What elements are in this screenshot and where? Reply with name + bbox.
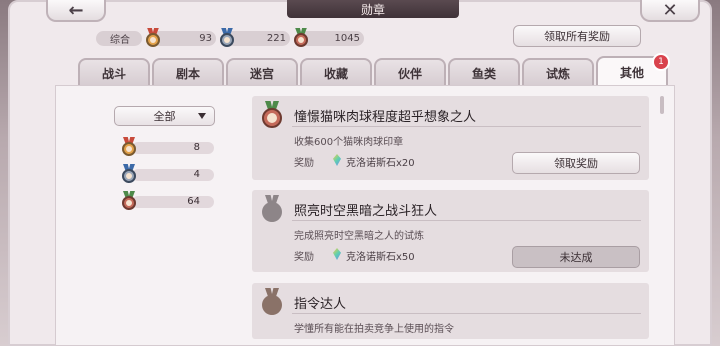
tab-collection[interactable]: 收藏: [300, 58, 372, 86]
chevron-down-icon: [198, 113, 206, 119]
achievement-title: 照亮时空黑暗之战斗狂人: [294, 204, 438, 219]
chronos-stone-icon: [332, 154, 342, 166]
bronze-medal-icon: [120, 191, 138, 211]
filter-dropdown[interactable]: 全部: [114, 106, 215, 126]
divider: [292, 313, 641, 314]
medal-stats: 综合 93 221 1045: [96, 27, 374, 47]
notification-badge: 1: [652, 53, 670, 71]
achievement-card: 憧憬猫咪肉球程度超乎想象之人 收集600个猫咪肉球印章 奖励 克洛诺斯石x20 …: [252, 96, 649, 180]
gold-medal-icon: [144, 27, 162, 48]
gold-count: 93: [199, 32, 212, 44]
close-button[interactable]: ✕: [640, 0, 700, 22]
stats-label: 综合: [96, 30, 142, 46]
gold-medal-icon: [120, 137, 138, 157]
gold-count-row: 8: [120, 137, 214, 157]
claim-all-button[interactable]: 领取所有奖励: [513, 25, 641, 47]
chronos-stone-icon: [332, 248, 342, 260]
filter-value: 全部: [153, 110, 176, 123]
close-icon: ✕: [662, 0, 678, 21]
silver-medal-icon: [120, 164, 138, 184]
silver-count-row: 4: [120, 164, 214, 184]
achievement-card: 照亮时空黑暗之战斗狂人 完成照亮时空黑暗之人的试炼 奖励 克洛诺斯石x50 未达…: [252, 190, 649, 272]
silver-filter-count: 4: [132, 169, 214, 181]
tab-partner[interactable]: 伙伴: [374, 58, 446, 86]
reward-value: 克洛诺斯石x50: [346, 252, 415, 263]
locked-bronze-medal-icon: [260, 288, 284, 316]
bronze-count-row: 64: [120, 191, 214, 211]
achievement-desc: 完成照亮时空黑暗之人的试炼: [294, 231, 424, 242]
tab-fish[interactable]: 鱼类: [448, 58, 520, 86]
tab-maze[interactable]: 迷宫: [226, 58, 298, 86]
divider: [292, 220, 641, 221]
silver-stat: 221: [220, 27, 290, 47]
back-button[interactable]: ←: [46, 0, 106, 22]
locked-medal-icon: [260, 195, 284, 223]
bronze-medal-icon: [292, 27, 310, 48]
bronze-count: 1045: [334, 32, 360, 44]
tab-trial[interactable]: 试炼: [522, 58, 594, 86]
claim-reward-button[interactable]: 领取奖励: [512, 152, 640, 174]
achievement-title: 憧憬猫咪肉球程度超乎想象之人: [294, 110, 477, 125]
page-title: 勋章: [287, 0, 459, 18]
not-achieved-button: 未达成: [512, 246, 640, 268]
tab-battle[interactable]: 战斗: [78, 58, 150, 86]
silver-medal-icon: [218, 27, 236, 48]
scrollbar[interactable]: [660, 96, 664, 114]
gold-filter-count: 8: [132, 142, 214, 154]
bronze-medal-icon: [260, 101, 284, 129]
back-arrow-icon: ←: [68, 0, 84, 21]
achievement-title: 指令达人: [294, 297, 347, 312]
achievement-desc: 学懂所有能在拍卖竞争上使用的指令: [294, 324, 454, 335]
achievement-card: 指令达人 学懂所有能在拍卖竞争上使用的指令: [252, 283, 649, 339]
gold-stat: 93: [146, 27, 216, 47]
reward-label: 奖励: [294, 252, 314, 263]
achievement-desc: 收集600个猫咪肉球印章: [294, 137, 404, 148]
reward-value: 克洛诺斯石x20: [346, 158, 415, 169]
category-tabs: 战斗 剧本 迷宫 收藏 伙伴 鱼类 试炼 其他: [78, 56, 670, 86]
bronze-filter-count: 64: [132, 196, 214, 208]
silver-count: 221: [266, 32, 286, 44]
reward-label: 奖励: [294, 158, 314, 169]
tab-story[interactable]: 剧本: [152, 58, 224, 86]
divider: [292, 126, 641, 127]
achievement-list[interactable]: 憧憬猫咪肉球程度超乎想象之人 收集600个猫咪肉球印章 奖励 克洛诺斯石x20 …: [252, 96, 649, 346]
bronze-stat: 1045: [294, 27, 364, 47]
